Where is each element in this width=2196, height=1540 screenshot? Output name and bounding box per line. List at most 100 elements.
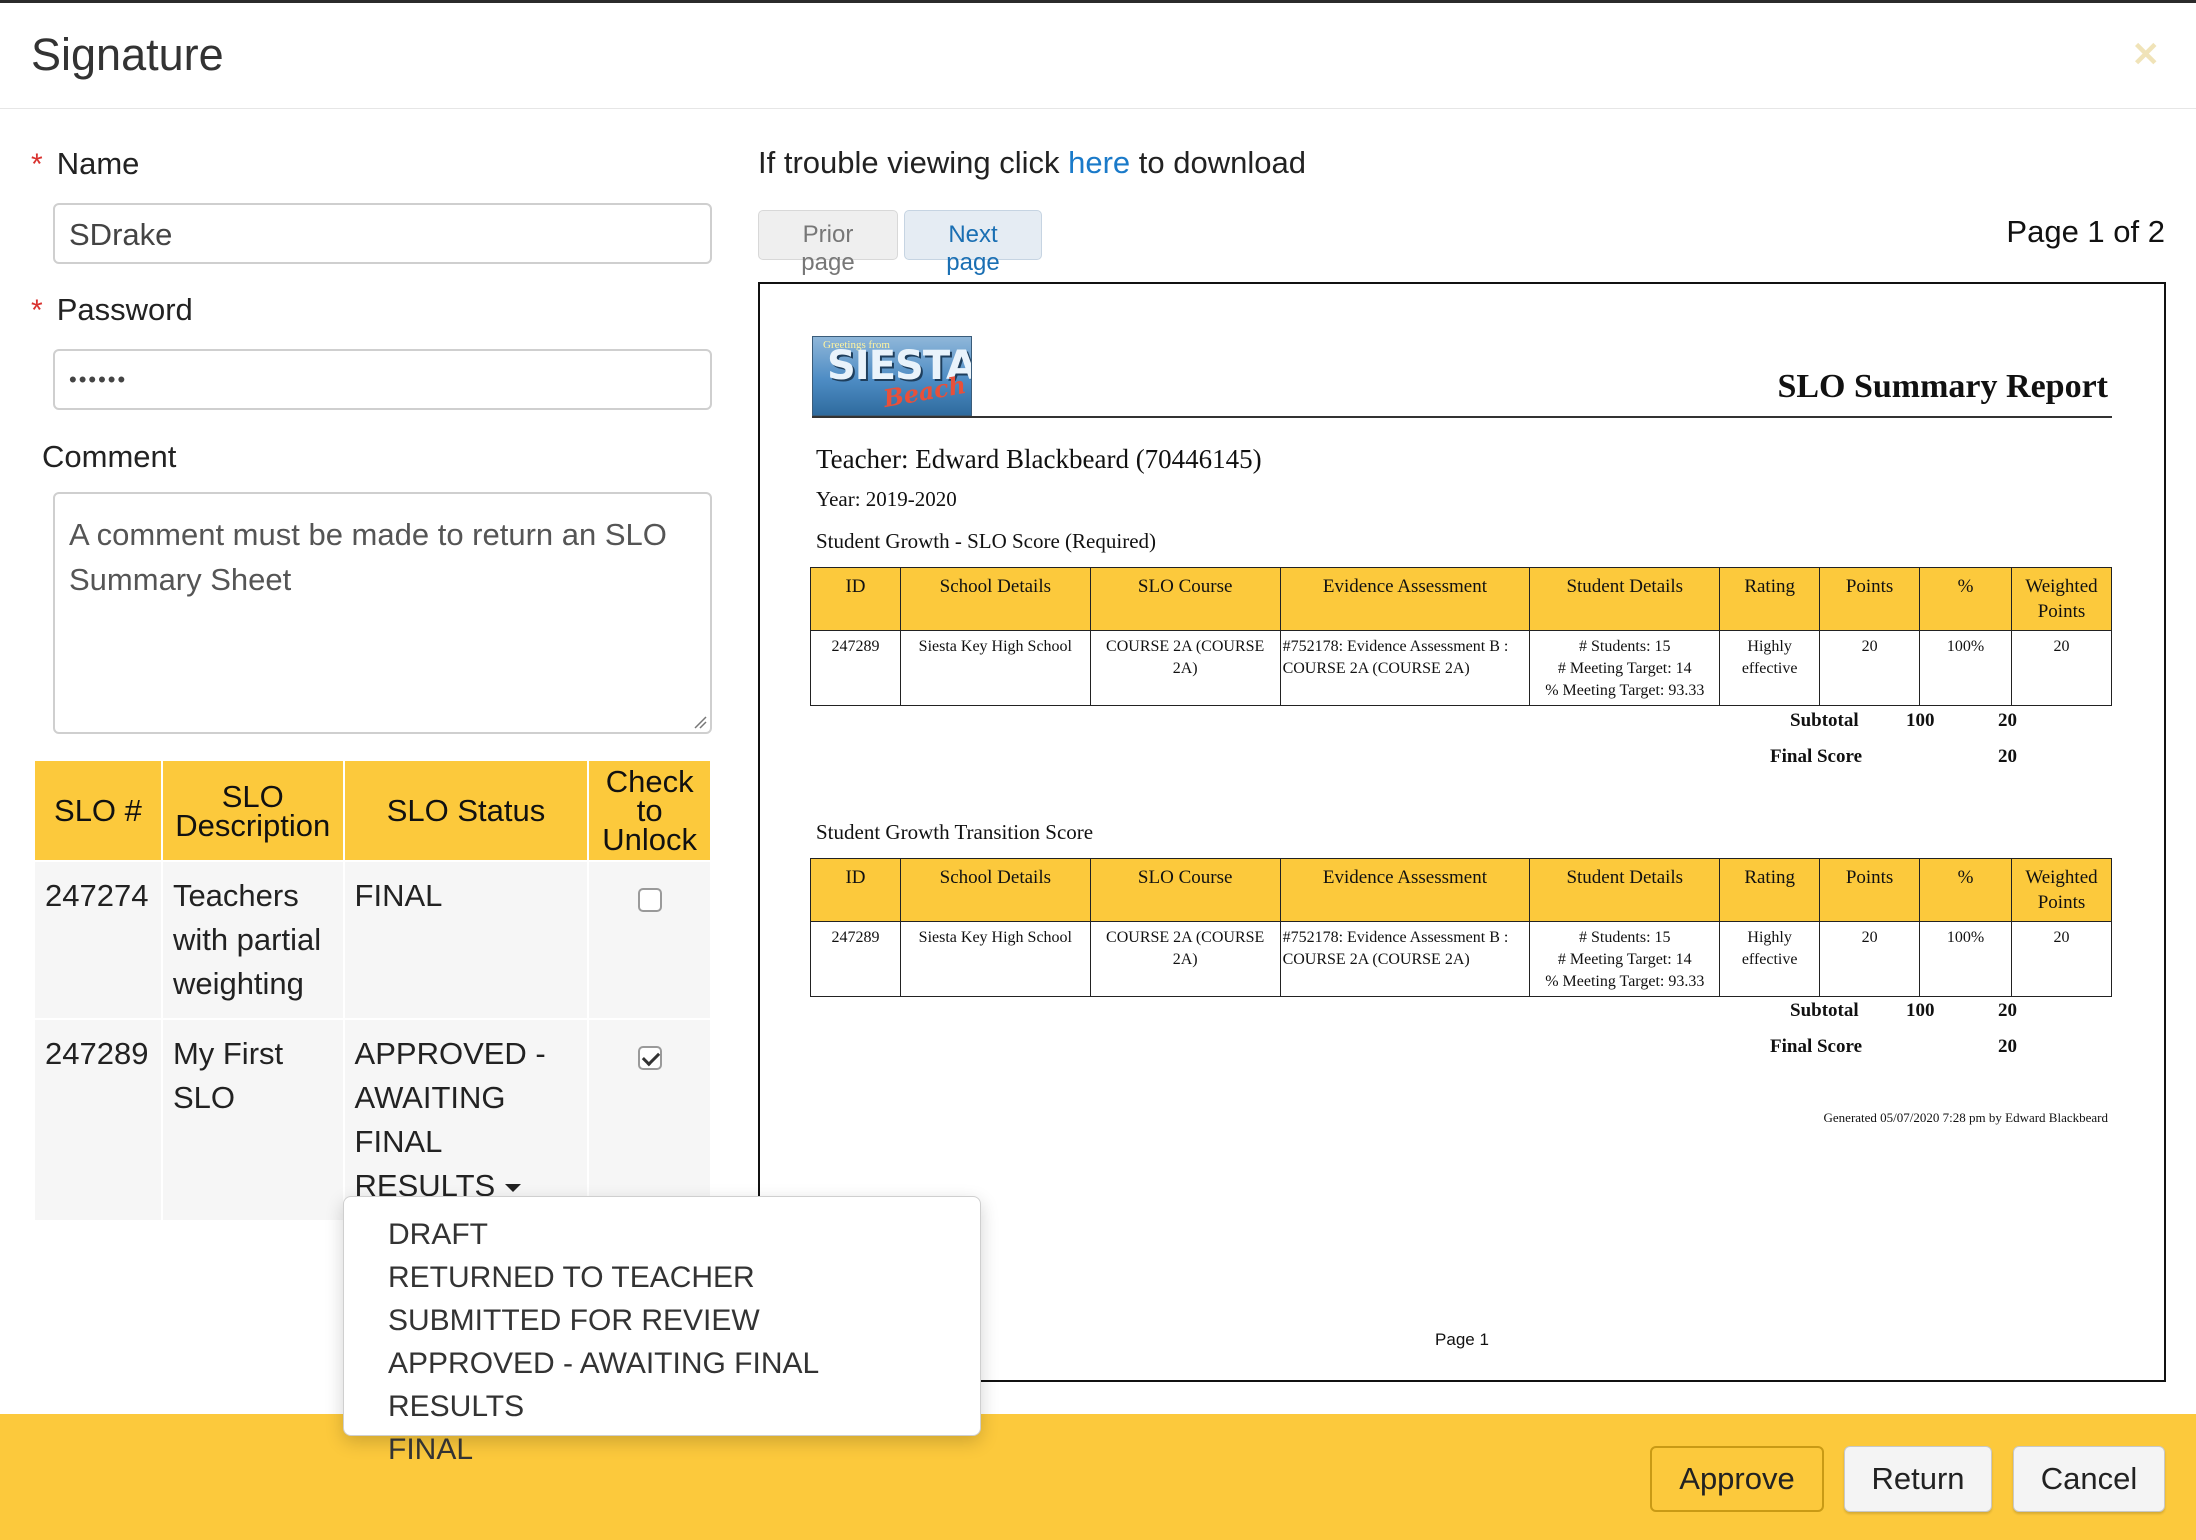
cell-course: COURSE 2A (COURSE 2A) <box>1089 630 1281 706</box>
cell-student-details: # Students: 15 # Meeting Target: 14% Meet… <box>1529 921 1721 997</box>
status-option-submitted[interactable]: SUBMITTED FOR REVIEW <box>344 1299 980 1342</box>
section-heading: Student Growth - SLO Score (Required) <box>816 529 1157 553</box>
col-percent: % <box>1919 858 2012 922</box>
final-score-label: Final Score <box>1770 746 1863 767</box>
cell-evidence: #752178: Evidence Assessment B : COURSE … <box>1279 921 1531 997</box>
report-teacher: Teacher: Edward Blackbeard (70446145) <box>816 444 1262 474</box>
status-option-final[interactable]: FINAL <box>344 1428 980 1471</box>
report-table: ID School Details SLO Course Evidence As… <box>810 858 2113 997</box>
slo-status-select[interactable]: APPROVED - AWAITING FINAL RESULTS <box>342 1018 590 1222</box>
slo-status-value: APPROVED - AWAITING FINAL RESULTS <box>354 1036 546 1203</box>
report-table: ID School Details SLO Course Evidence As… <box>810 567 2113 706</box>
slo-description: My First SLO <box>160 1018 345 1222</box>
close-icon[interactable]: ✕ <box>2132 35 2161 75</box>
col-check-to-unlock: Check to Unlock <box>587 759 712 862</box>
cell-weighted: 20 <box>2010 630 2113 706</box>
cell-id: 247289 <box>810 921 901 997</box>
prior-page-button[interactable]: Prior page <box>758 210 898 276</box>
comment-textarea[interactable]: A comment must be made to return an SLO … <box>53 492 712 734</box>
subtotal-label: Subtotal <box>1790 710 1859 731</box>
cell-school: Siesta Key High School <box>899 921 1091 997</box>
title-divider <box>812 416 2112 418</box>
col-rating: Rating <box>1719 567 1821 631</box>
col-school: School Details <box>899 858 1091 922</box>
col-evidence: Evidence Assessment <box>1279 858 1531 922</box>
slo-id: 247289 <box>33 1018 163 1222</box>
col-points: Points <box>1819 567 1921 631</box>
col-weighted: Weighted Points <box>2010 858 2113 922</box>
required-mark: * <box>31 148 43 181</box>
unlock-checkbox[interactable] <box>637 1046 662 1070</box>
status-option-returned[interactable]: RETURNED TO TEACHER <box>344 1256 980 1299</box>
report-title: SLO Summary Report <box>1777 368 2108 405</box>
caret-down-icon <box>505 1183 522 1192</box>
slo-id: 247274 <box>33 860 163 1020</box>
cell-course: COURSE 2A (COURSE 2A) <box>1089 921 1281 997</box>
resize-grip-icon[interactable] <box>691 713 707 729</box>
unlock-checkbox[interactable] <box>637 888 662 912</box>
comment-placeholder: A comment must be made to return an SLO … <box>69 517 667 597</box>
col-points: Points <box>1819 858 1921 922</box>
final-score-label: Final Score <box>1770 1036 1863 1057</box>
required-mark: * <box>31 294 43 327</box>
final-score-value: 20 <box>1998 746 2017 767</box>
col-percent: % <box>1919 567 2012 631</box>
status-option-approved[interactable]: APPROVED - AWAITING FINAL RESULTS <box>344 1342 980 1428</box>
next-page-button[interactable]: Next page <box>904 210 1042 276</box>
password-label: * Password <box>31 292 193 327</box>
siesta-beach-logo: Greetings from SIESTA Beach <box>812 336 972 416</box>
col-rating: Rating <box>1719 858 1821 922</box>
cell-weighted: 20 <box>2010 921 2113 997</box>
cell-school: Siesta Key High School <box>899 630 1091 706</box>
col-student-details: Student Details <box>1529 858 1721 922</box>
subtotal-weighted: 20 <box>1998 710 2017 731</box>
col-slo-number: SLO # <box>33 759 163 862</box>
dialog-footer: Approve Return Cancel <box>0 1414 2196 1540</box>
table-row: 247289 Siesta Key High School COURSE 2A … <box>810 921 2113 997</box>
table-row: 247289 Siesta Key High School COURSE 2A … <box>810 630 2113 706</box>
slo-table-header: SLO # SLO Description SLO Status Check t… <box>33 759 712 862</box>
approve-button[interactable]: Approve <box>1650 1446 1824 1512</box>
cell-points: 20 <box>1819 630 1921 706</box>
name-field[interactable]: SDrake <box>53 203 712 264</box>
status-option-draft[interactable]: DRAFT <box>344 1213 980 1256</box>
report-table-header: ID School Details SLO Course Evidence As… <box>810 858 2113 922</box>
col-weighted: Weighted Points <box>2010 567 2113 631</box>
dialog-header: Signature ✕ <box>0 3 2196 109</box>
page-indicator: Page 1 of 2 <box>2006 214 2165 249</box>
cancel-button[interactable]: Cancel <box>2013 1446 2165 1512</box>
col-evidence: Evidence Assessment <box>1279 567 1531 631</box>
table-row: 247274 Teachers with partial weighting F… <box>33 860 712 1020</box>
col-course: SLO Course <box>1089 858 1281 922</box>
table-row: 247289 My First SLO APPROVED - AWAITING … <box>33 1018 712 1222</box>
slo-description: Teachers with partial weighting <box>160 860 345 1020</box>
cell-student-details: # Students: 15 # Meeting Target: 14% Meet… <box>1529 630 1721 706</box>
comment-label: Comment <box>42 439 177 474</box>
return-button[interactable]: Return <box>1844 1446 1992 1512</box>
section-heading: Student Growth Transition Score <box>816 820 1094 844</box>
password-field[interactable]: •••••• <box>53 349 712 410</box>
name-label: * Name <box>31 146 140 181</box>
col-slo-status: SLO Status <box>342 759 590 862</box>
slo-table: SLO # SLO Description SLO Status Check t… <box>33 759 712 1222</box>
cell-rating: Highly effective <box>1719 630 1821 706</box>
cell-id: 247289 <box>810 630 901 706</box>
cell-points: 20 <box>1819 921 1921 997</box>
subtotal-label: Subtotal <box>1790 1000 1859 1021</box>
subtotal-weighted: 20 <box>1998 1000 2017 1021</box>
subtotal-value: 100 <box>1906 1000 1935 1021</box>
unlock-cell <box>587 1018 712 1222</box>
report-year: Year: 2019-2020 <box>816 487 957 511</box>
col-student-details: Student Details <box>1529 567 1721 631</box>
dialog-title: Signature <box>31 29 224 80</box>
download-link[interactable]: here <box>1068 145 1130 180</box>
subtotal-value: 100 <box>1906 710 1935 731</box>
final-score-value: 20 <box>1998 1036 2017 1057</box>
cell-percent: 100% <box>1919 921 2012 997</box>
col-id: ID <box>810 858 901 922</box>
col-school: School Details <box>899 567 1091 631</box>
cell-rating: Highly effective <box>1719 921 1821 997</box>
download-notice: If trouble viewing click here to downloa… <box>758 145 1306 180</box>
col-slo-description: SLO Description <box>160 759 345 862</box>
slo-status: FINAL <box>342 860 590 1020</box>
